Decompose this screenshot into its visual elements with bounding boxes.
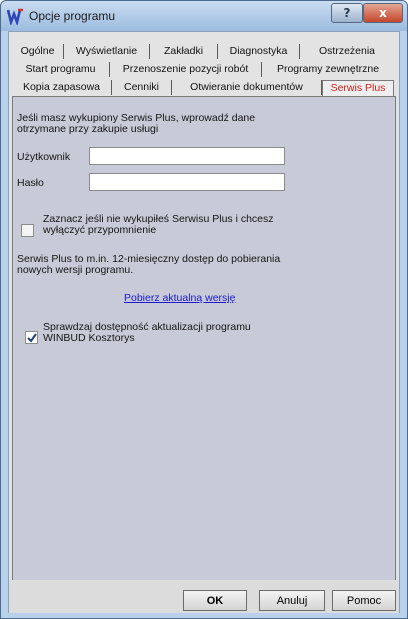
tab-start-programu[interactable]: Start programu — [12, 62, 110, 77]
title-bar[interactable]: Opcje programu ? x — [1, 1, 407, 31]
tab-diagnostyka[interactable]: Diagnostyka — [218, 44, 300, 59]
winbud-app-icon — [7, 8, 23, 25]
tab-ogolne[interactable]: Ogólne — [12, 44, 64, 59]
tab-otwieranie-dokumentow[interactable]: Otwieranie dokumentów — [172, 80, 322, 95]
options-window: Opcje programu ? x Ogólne Wyświetlanie Z… — [0, 0, 408, 619]
tab-row-1: Ogólne Wyświetlanie Zakładki Diagnostyka… — [12, 44, 394, 59]
password-input[interactable] — [89, 173, 285, 191]
serwis-plus-panel: Jeśli masz wykupiony Serwis Plus, wprowa… — [12, 96, 396, 608]
user-label: Użytkownik — [17, 151, 71, 163]
tab-przenoszenie-pozycji[interactable]: Przenoszenie pozycji robót — [110, 62, 262, 77]
intro-text-line-2: otrzymane przy zakupie usługi — [17, 123, 159, 135]
update-check-checkbox[interactable] — [25, 331, 38, 344]
tab-ostrzezenia[interactable]: Ostrzeżenia — [300, 44, 394, 59]
window-title: Opcje programu — [29, 9, 116, 23]
tab-serwis-plus[interactable]: Serwis Plus — [322, 80, 394, 96]
tab-zakladki[interactable]: Zakładki — [150, 44, 218, 59]
help-title-button[interactable]: ? — [331, 3, 363, 23]
close-button[interactable]: x — [363, 3, 403, 23]
tab-row-2: Start programu Przenoszenie pozycji robó… — [12, 62, 394, 77]
tab-programy-zewnetrzne[interactable]: Programy zewnętrzne — [262, 62, 394, 77]
help-button[interactable]: Pomoc — [332, 590, 396, 611]
dialog-client: Ogólne Wyświetlanie Zakładki Diagnostyka… — [8, 31, 400, 613]
reminder-checkbox[interactable] — [21, 224, 34, 237]
tab-row-3: Kopia zapasowa Cenniki Otwieranie dokume… — [12, 80, 394, 96]
tab-wyswietlanie[interactable]: Wyświetlanie — [64, 44, 150, 59]
password-label: Hasło — [17, 177, 44, 189]
button-bar: OK Anuluj Pomoc — [9, 580, 399, 613]
ok-button[interactable]: OK — [183, 590, 247, 611]
reminder-text-line-2: wyłączyć przypomnienie — [43, 224, 157, 236]
download-latest-link[interactable]: Pobierz aktualną wersję — [124, 293, 235, 304]
tab-cenniki[interactable]: Cenniki — [112, 80, 172, 95]
update-text-line-2: WINBUD Kosztorys — [43, 332, 135, 344]
user-input[interactable] — [89, 147, 285, 165]
info-text-line-2: nowych wersji programu. — [17, 264, 134, 276]
cancel-button[interactable]: Anuluj — [259, 590, 325, 611]
tab-kopia-zapasowa[interactable]: Kopia zapasowa — [12, 80, 112, 95]
checkmark-icon — [27, 333, 37, 343]
